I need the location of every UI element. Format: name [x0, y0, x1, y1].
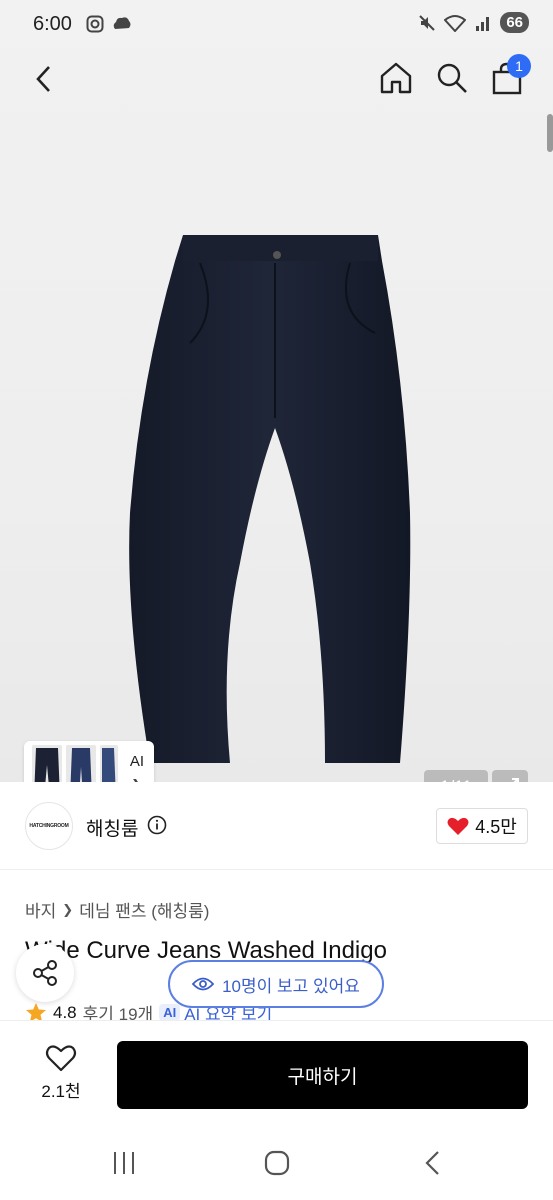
viewers-text: 10명이 보고 있어요 — [222, 976, 360, 996]
status-bar: 6:00 66 — [0, 0, 553, 48]
wishlist-count: 2.1천 — [41, 1082, 81, 1101]
signal-icon — [476, 16, 490, 31]
back-button[interactable] — [28, 62, 60, 96]
share-icon — [33, 960, 57, 986]
viewers-indicator: 10명이 보고 있어요 — [168, 960, 384, 1008]
brand-name[interactable]: 해칭룸 — [86, 814, 138, 841]
eye-icon — [192, 977, 215, 991]
heart-outline-icon — [45, 1045, 77, 1072]
cart-button[interactable]: 1 — [489, 54, 531, 96]
product-image-gallery[interactable]: AI ❯ 1/11 — [0, 48, 553, 782]
thumbnail-image — [32, 745, 62, 782]
back-nav-icon[interactable] — [420, 1149, 446, 1177]
brand-row: HATCHINGROOM 해칭룸 4.5만 — [0, 782, 553, 870]
breadcrumb: 바지 ❯ 데님 팬츠 (해칭룸) — [25, 897, 209, 922]
home-nav-icon[interactable] — [263, 1149, 291, 1177]
cart-count-badge: 1 — [507, 54, 531, 78]
recent-apps-icon[interactable] — [110, 1150, 138, 1176]
brand-like-button[interactable]: 4.5만 — [436, 808, 528, 844]
buy-button[interactable]: 구매하기 — [117, 1041, 528, 1109]
ai-label: AI — [129, 753, 144, 770]
expand-button[interactable] — [492, 770, 528, 782]
heart-icon — [447, 817, 469, 835]
back-icon — [36, 66, 50, 92]
top-navigation: 1 — [0, 48, 553, 152]
thumbnail-image — [100, 745, 118, 782]
bottom-action-bar: 2.1천 구매하기 — [0, 1020, 553, 1132]
brand-logo[interactable]: HATCHINGROOM — [25, 802, 73, 850]
scrollbar[interactable] — [547, 114, 553, 152]
home-icon — [380, 62, 412, 94]
breadcrumb-subcategory[interactable]: 데님 팬츠 (해칭룸) — [79, 897, 209, 922]
wishlist-button[interactable]: 2.1천 — [30, 1043, 92, 1107]
instagram-icon — [86, 15, 104, 33]
breadcrumb-category[interactable]: 바지 — [25, 897, 56, 922]
search-icon — [437, 63, 467, 93]
status-system-icons: 66 — [418, 12, 529, 33]
search-button[interactable] — [434, 60, 470, 96]
status-time: 6:00 — [33, 13, 72, 35]
info-icon[interactable] — [147, 815, 167, 835]
system-navigation-bar — [0, 1132, 553, 1200]
battery-level: 66 — [500, 12, 529, 33]
status-notification-icons — [86, 15, 132, 33]
cloud-app-icon — [113, 17, 131, 29]
home-button[interactable] — [378, 60, 414, 96]
brand-logo-text: HATCHINGROOM — [29, 823, 69, 829]
mute-icon — [419, 14, 436, 31]
image-counter: 1/11 — [424, 770, 488, 782]
ai-similar-items-card[interactable]: AI ❯ — [24, 741, 154, 782]
brand-like-count: 4.5만 — [475, 817, 517, 837]
thumbnail-image — [66, 745, 96, 782]
chevron-right-icon: ❯ — [62, 901, 74, 917]
product-image — [129, 235, 411, 763]
wifi-icon — [444, 14, 467, 32]
share-button[interactable] — [16, 944, 74, 1002]
ai-chip: AI — [159, 1004, 181, 1021]
